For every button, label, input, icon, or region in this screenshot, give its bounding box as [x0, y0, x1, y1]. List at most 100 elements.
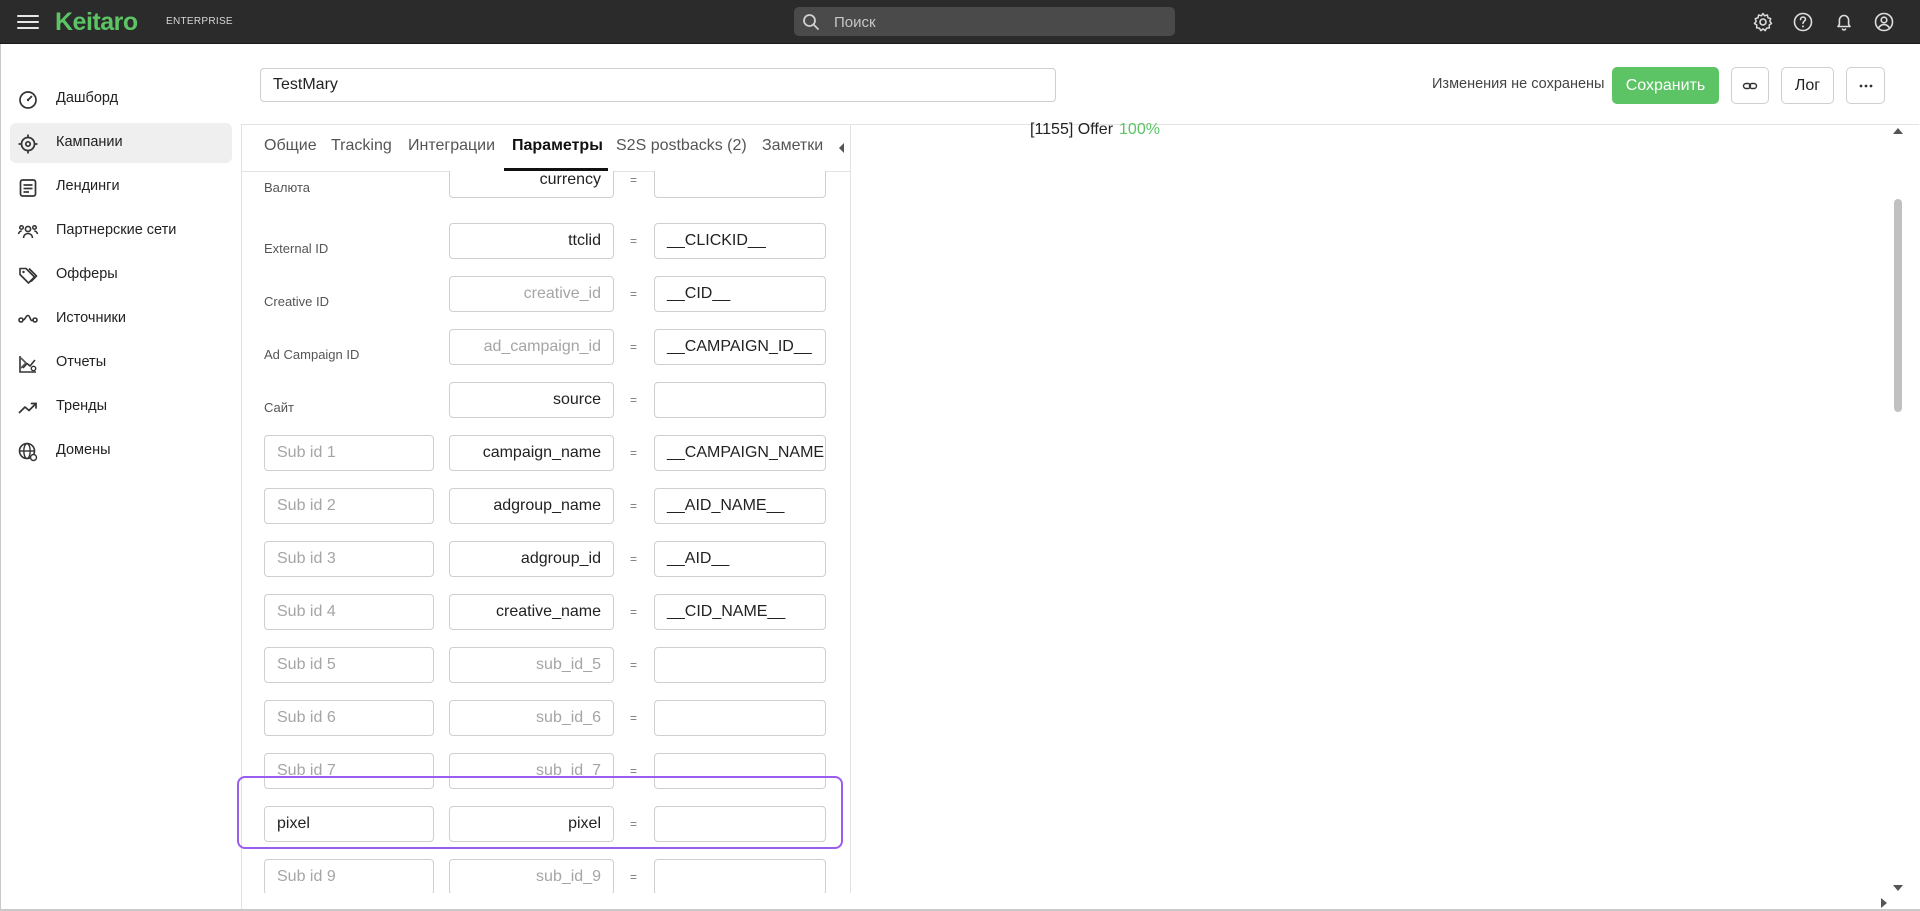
- equals-sign: =: [630, 287, 638, 301]
- tab-integrations[interactable]: Интеграции: [408, 137, 495, 155]
- help-icon[interactable]: [1792, 11, 1814, 33]
- parameter-value-input[interactable]: __AID__: [654, 541, 826, 577]
- settings-icon[interactable]: [1752, 11, 1774, 33]
- tab-parameters[interactable]: Параметры: [512, 137, 603, 155]
- tags-icon: [19, 267, 38, 284]
- scroll-down-arrow[interactable]: [1893, 885, 1903, 891]
- parameter-key-input[interactable]: adgroup_name: [449, 488, 614, 524]
- sidebar-item-label: Отчеты: [56, 354, 107, 370]
- scroll-up-arrow[interactable]: [1893, 128, 1903, 134]
- parameter-key-input[interactable]: source: [449, 382, 614, 418]
- sidebar-item-label: Домены: [56, 442, 111, 458]
- unsaved-status: Изменения не сохранены: [1432, 76, 1605, 92]
- edition-label: ENTERPRISE: [166, 16, 233, 27]
- sidebar-item-offers[interactable]: Офферы: [10, 255, 232, 295]
- more-horizontal-icon: [1859, 84, 1872, 88]
- user-account-icon[interactable]: [1873, 11, 1895, 33]
- route-icon: [18, 314, 38, 323]
- sidebar-item-campaigns[interactable]: Кампании: [10, 123, 232, 163]
- menu-icon[interactable]: [17, 11, 39, 31]
- equals-sign: =: [630, 446, 638, 460]
- parameter-row: Sub id 5 sub_id_5 =: [241, 647, 850, 683]
- parameter-value-input[interactable]: [654, 700, 826, 736]
- sidebar-item-label: Тренды: [56, 398, 108, 414]
- sidebar-item-reports[interactable]: Отчеты: [10, 343, 232, 383]
- scrollbar-thumb[interactable]: [1894, 199, 1902, 412]
- parameter-name-input[interactable]: Sub id 1: [264, 435, 434, 471]
- panel-divider: [850, 125, 851, 893]
- parameter-key-input[interactable]: creative_id: [449, 276, 614, 312]
- parameter-key-input[interactable]: adgroup_id: [449, 541, 614, 577]
- sidebar-item-sources[interactable]: Источники: [10, 299, 232, 339]
- copy-link-button[interactable]: [1731, 67, 1769, 104]
- parameter-value-input[interactable]: __CLICKID__: [654, 223, 826, 259]
- parameter-key-input[interactable]: sub_id_5: [449, 647, 614, 683]
- parameter-key-input[interactable]: ttclid: [449, 223, 614, 259]
- tab-s2s-postbacks[interactable]: S2S postbacks (2): [616, 137, 747, 155]
- parameter-value-input[interactable]: [654, 171, 826, 198]
- parameter-name-input[interactable]: Sub id 3: [264, 541, 434, 577]
- parameter-name-input[interactable]: Sub id 4: [264, 594, 434, 630]
- tabs-scroll-left-icon[interactable]: [839, 143, 844, 153]
- parameter-row: Sub id 3 adgroup_id = __AID__: [241, 541, 850, 577]
- bell-icon[interactable]: [1833, 11, 1855, 33]
- parameter-name-input[interactable]: Sub id 2: [264, 488, 434, 524]
- tab-notes[interactable]: Заметки: [762, 137, 823, 155]
- parameter-key-input[interactable]: ad_campaign_id: [449, 329, 614, 365]
- search-icon: [803, 14, 819, 30]
- document-icon: [19, 179, 37, 197]
- gauge-icon: [19, 91, 37, 109]
- equals-sign: =: [630, 234, 638, 248]
- link-icon: [1742, 82, 1758, 90]
- log-button[interactable]: Лог: [1781, 67, 1834, 104]
- parameter-value-input[interactable]: __CAMPAIGN_NAME: [654, 435, 826, 471]
- parameter-value-input[interactable]: [654, 859, 826, 893]
- sidebar-item-label: Офферы: [56, 266, 118, 282]
- parameter-name-input[interactable]: Sub id 6: [264, 700, 434, 736]
- parameter-value-input[interactable]: __CID_NAME__: [654, 594, 826, 630]
- sidebar-item-domains[interactable]: Домены: [10, 431, 232, 471]
- parameter-key-input[interactable]: currency: [449, 171, 614, 198]
- parameter-row: Sub id 9 sub_id_9 =: [241, 859, 850, 893]
- globe-icon: [18, 442, 38, 462]
- parameter-value-input[interactable]: __CAMPAIGN_ID__: [654, 329, 826, 365]
- chevron-right-icon: [20, 357, 28, 369]
- scroll-right-arrow[interactable]: [1881, 898, 1887, 908]
- logo[interactable]: Keitaro: [55, 8, 138, 37]
- parameter-label: Валюта: [264, 180, 310, 195]
- equals-sign: =: [630, 499, 638, 513]
- equals-sign: =: [630, 552, 638, 566]
- sidebar-item-label: Партнерские сети: [56, 222, 177, 238]
- parameter-value-input[interactable]: [654, 647, 826, 683]
- sidebar-item-label: Лендинги: [56, 178, 120, 194]
- parameter-name-input[interactable]: Sub id 9: [264, 859, 434, 893]
- parameter-value-input[interactable]: [654, 382, 826, 418]
- trend-icon: [18, 402, 37, 414]
- parameter-value-input[interactable]: __CID__: [654, 276, 826, 312]
- parameter-label: External ID: [264, 241, 329, 256]
- tab-general[interactable]: Общие: [264, 137, 317, 155]
- parameter-name-input[interactable]: Sub id 5: [264, 647, 434, 683]
- parameter-key-input[interactable]: sub_id_6: [449, 700, 614, 736]
- tab-tracking[interactable]: Tracking: [331, 137, 392, 155]
- search-input[interactable]: [832, 11, 1166, 34]
- sidebar-item-trends[interactable]: Тренды: [10, 387, 232, 427]
- parameter-key-input[interactable]: sub_id_9: [449, 859, 614, 893]
- top-bar: Keitaro ENTERPRISE: [0, 0, 1920, 44]
- more-options-button[interactable]: [1846, 67, 1885, 104]
- parameter-value-input[interactable]: __AID_NAME__: [654, 488, 826, 524]
- sidebar-item-affiliate-networks[interactable]: Партнерские сети: [10, 211, 232, 251]
- parameter-key-input[interactable]: campaign_name: [449, 435, 614, 471]
- sidebar: Дашборд Кампании Лендинги Партнерские се…: [0, 44, 242, 911]
- parameter-row: Sub id 4 creative_name = __CID_NAME__: [241, 594, 850, 630]
- equals-sign: =: [630, 173, 638, 187]
- parameter-key-input[interactable]: creative_name: [449, 594, 614, 630]
- offer-preview: [1155] Offer 100%: [1030, 121, 1160, 139]
- campaign-name-input[interactable]: [260, 68, 1056, 102]
- save-button[interactable]: Сохранить: [1612, 67, 1719, 104]
- parameter-label: Сайт: [264, 400, 294, 415]
- search-box[interactable]: [794, 7, 1175, 36]
- sidebar-item-landings[interactable]: Лендинги: [10, 167, 232, 207]
- parameter-row: Sub id 1 campaign_name = __CAMPAIGN_NAME: [241, 435, 850, 471]
- sidebar-item-dashboard[interactable]: Дашборд: [10, 79, 232, 119]
